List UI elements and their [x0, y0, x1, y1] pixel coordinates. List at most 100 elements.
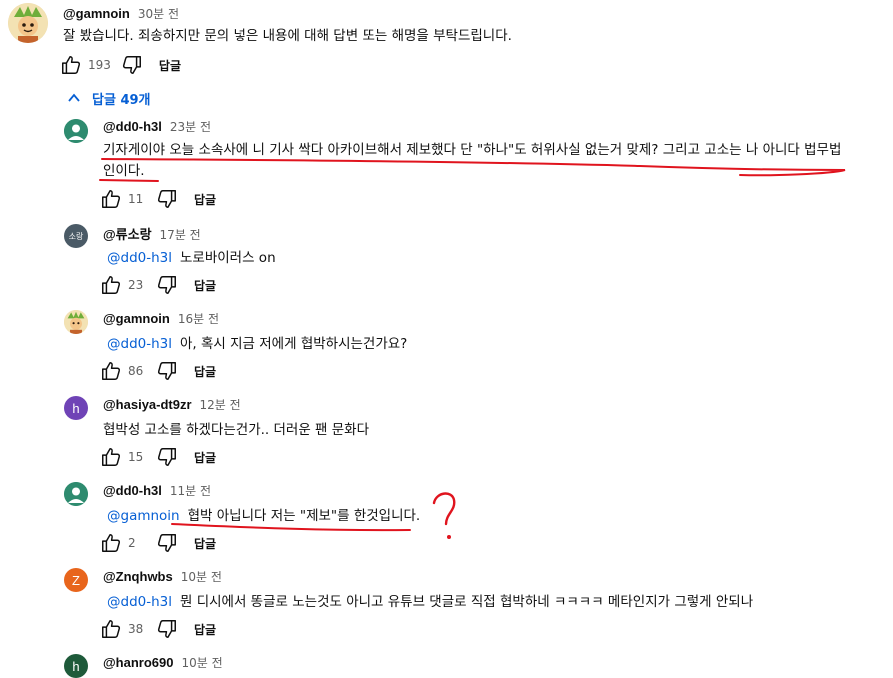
author-name[interactable]: @dd0-h3l: [103, 119, 162, 134]
replies-toggle[interactable]: 답글 49개: [66, 88, 151, 108]
author-name[interactable]: @류소랑: [103, 227, 152, 242]
reply-item: @gamnoin 16분 전 @dd0-h3l 아, 혹시 지금 저에게 협박하시…: [0, 306, 893, 386]
dislike-icon[interactable]: [156, 532, 178, 554]
comment-text: 잘 봤습니다. 죄송하지만 문의 넣은 내용에 대해 답변 또는 해명을 부탁드…: [63, 28, 512, 44]
mention-link[interactable]: @dd0-h3l: [107, 336, 172, 352]
like-icon[interactable]: [100, 532, 122, 554]
comment-meta: @류소랑 17분 전: [103, 224, 201, 243]
like-count: 2: [128, 536, 136, 550]
comment-text: @gamnoin 협박 아닙니다 저는 "제보"를 한것입니다.: [107, 504, 420, 524]
avatar-letter: 소랑: [68, 231, 84, 241]
comment-body: 협박 아닙니다 저는 "제보"를 한것입니다.: [187, 508, 421, 524]
dislike-icon[interactable]: [156, 618, 178, 640]
comment-meta: @Znqhwbs 10분 전: [103, 568, 222, 585]
comment-time[interactable]: 12분 전: [200, 398, 241, 412]
avatar[interactable]: 소랑: [64, 224, 88, 248]
comment-time[interactable]: 23분 전: [170, 120, 211, 134]
comment-body: 노로바이러스 on: [180, 250, 276, 266]
author-name[interactable]: @gamnoin: [63, 6, 130, 21]
dislike-icon[interactable]: [156, 360, 178, 382]
comment-text: @dd0-h3l 뭔 디시에서 똥글로 노는것도 아니고 유튜브 댓글로 직접 협…: [107, 590, 753, 610]
avatar[interactable]: [64, 119, 88, 143]
comment-text: @dd0-h3l 아, 혹시 지금 저에게 협박하시는건가요?: [107, 332, 407, 352]
comment-text-line-2: 인이다.: [103, 163, 145, 179]
default-avatar-icon: [64, 482, 88, 506]
like-icon[interactable]: [100, 188, 122, 210]
comment-actions: 11 답글: [100, 187, 216, 211]
avatar-letter: Z: [72, 572, 80, 588]
comment-meta: @hasiya-dt9zr 12분 전: [103, 396, 241, 413]
author-name[interactable]: @hasiya-dt9zr: [103, 397, 192, 412]
comment-actions: 193 답글: [60, 53, 181, 77]
reply-button[interactable]: 답글: [194, 621, 216, 638]
like-count: 86: [128, 364, 144, 378]
like-count: 15: [128, 450, 144, 464]
comment-actions: 23 답글: [100, 273, 216, 297]
dislike-icon[interactable]: [156, 446, 178, 468]
like-count: 193: [88, 58, 111, 72]
avatar-letter: h: [72, 400, 80, 416]
comment-meta: @dd0-h3l 23분 전: [103, 118, 211, 135]
comment-body: 뭔 디시에서 똥글로 노는것도 아니고 유튜브 댓글로 직접 협박하네 ㅋㅋㅋㅋ…: [180, 594, 754, 610]
comment-time[interactable]: 30분 전: [138, 7, 179, 21]
reply-item: h @hanro690 10분 전: [0, 650, 893, 678]
comment-meta: @gamnoin 30분 전: [63, 5, 179, 22]
comment-actions: 15 답글: [100, 445, 216, 469]
comment-actions: 86 답글: [100, 359, 216, 383]
dislike-icon[interactable]: [156, 274, 178, 296]
reply-button[interactable]: 답글: [159, 57, 181, 74]
cartoon-avatar-icon: [8, 3, 48, 43]
author-name[interactable]: @hanro690: [103, 655, 173, 670]
reply-item: h @hasiya-dt9zr 12분 전 협박성 고소를 하겠다는건가.. 더…: [0, 392, 893, 472]
reply-button[interactable]: 답글: [194, 535, 216, 552]
mention-link[interactable]: @dd0-h3l: [107, 250, 172, 266]
reply-button[interactable]: 답글: [194, 191, 216, 208]
avatar[interactable]: [8, 3, 48, 43]
comment-text-line-1: 기자게이야 오늘 소속사에 니 기사 싹다 아카이브해서 제보했다 단 "하나"…: [103, 142, 842, 158]
default-avatar-icon: [64, 119, 88, 143]
avatar[interactable]: [64, 482, 88, 506]
comment-time[interactable]: 17분 전: [160, 228, 201, 242]
reply-button[interactable]: 답글: [194, 449, 216, 466]
chevron-up-icon: [68, 93, 80, 102]
comment-text: @dd0-h3l 노로바이러스 on: [107, 246, 276, 266]
comment-text: 협박성 고소를 하겠다는건가.. 더러운 팬 문화다: [103, 422, 370, 438]
like-icon[interactable]: [100, 360, 122, 382]
comment-meta: @hanro690 10분 전: [103, 654, 223, 671]
avatar-letter: h: [72, 658, 80, 674]
reply-item: @dd0-h3l 23분 전 기자게이야 오늘 소속사에 니 기사 싹다 아카이…: [0, 110, 893, 210]
comment-time[interactable]: 11분 전: [170, 484, 211, 498]
avatar[interactable]: [64, 310, 88, 334]
author-name[interactable]: @dd0-h3l: [103, 483, 162, 498]
like-count: 38: [128, 622, 144, 636]
like-icon[interactable]: [100, 618, 122, 640]
comment-thread: @gamnoin 30분 전 잘 봤습니다. 죄송하지만 문의 넣은 내용에 대…: [0, 0, 893, 678]
avatar[interactable]: h: [64, 396, 88, 420]
comment-time[interactable]: 10분 전: [181, 656, 222, 670]
reply-button[interactable]: 답글: [194, 363, 216, 380]
like-icon[interactable]: [100, 274, 122, 296]
dislike-icon[interactable]: [121, 54, 143, 76]
comment-actions: 2 답글: [100, 531, 216, 555]
replies-count-label: 답글 49개: [92, 92, 151, 108]
mention-link[interactable]: @dd0-h3l: [107, 594, 172, 610]
avatar[interactable]: Z: [64, 568, 88, 592]
mention-link[interactable]: @gamnoin: [107, 508, 180, 524]
like-count: 23: [128, 278, 144, 292]
like-icon[interactable]: [100, 446, 122, 468]
cartoon-avatar-icon: [64, 310, 88, 334]
reply-button[interactable]: 답글: [194, 277, 216, 294]
reply-item: 소랑 @류소랑 17분 전 @dd0-h3l 노로바이러스 on 23 답글: [0, 220, 893, 300]
reply-item: @dd0-h3l 11분 전 @gamnoin 협박 아닙니다 저는 "제보"를 …: [0, 478, 893, 558]
like-icon[interactable]: [60, 54, 82, 76]
comment-meta: @gamnoin 16분 전: [103, 310, 219, 327]
reply-item: Z @Znqhwbs 10분 전 @dd0-h3l 뭔 디시에서 똥글로 노는것도…: [0, 564, 893, 644]
comment-actions: 38 답글: [100, 617, 216, 641]
dislike-icon[interactable]: [156, 188, 178, 210]
comment-time[interactable]: 16분 전: [178, 312, 219, 326]
author-name[interactable]: @gamnoin: [103, 311, 170, 326]
avatar[interactable]: h: [64, 654, 88, 678]
comment-time[interactable]: 10분 전: [181, 570, 222, 584]
like-count: 11: [128, 192, 144, 206]
author-name[interactable]: @Znqhwbs: [103, 569, 173, 584]
